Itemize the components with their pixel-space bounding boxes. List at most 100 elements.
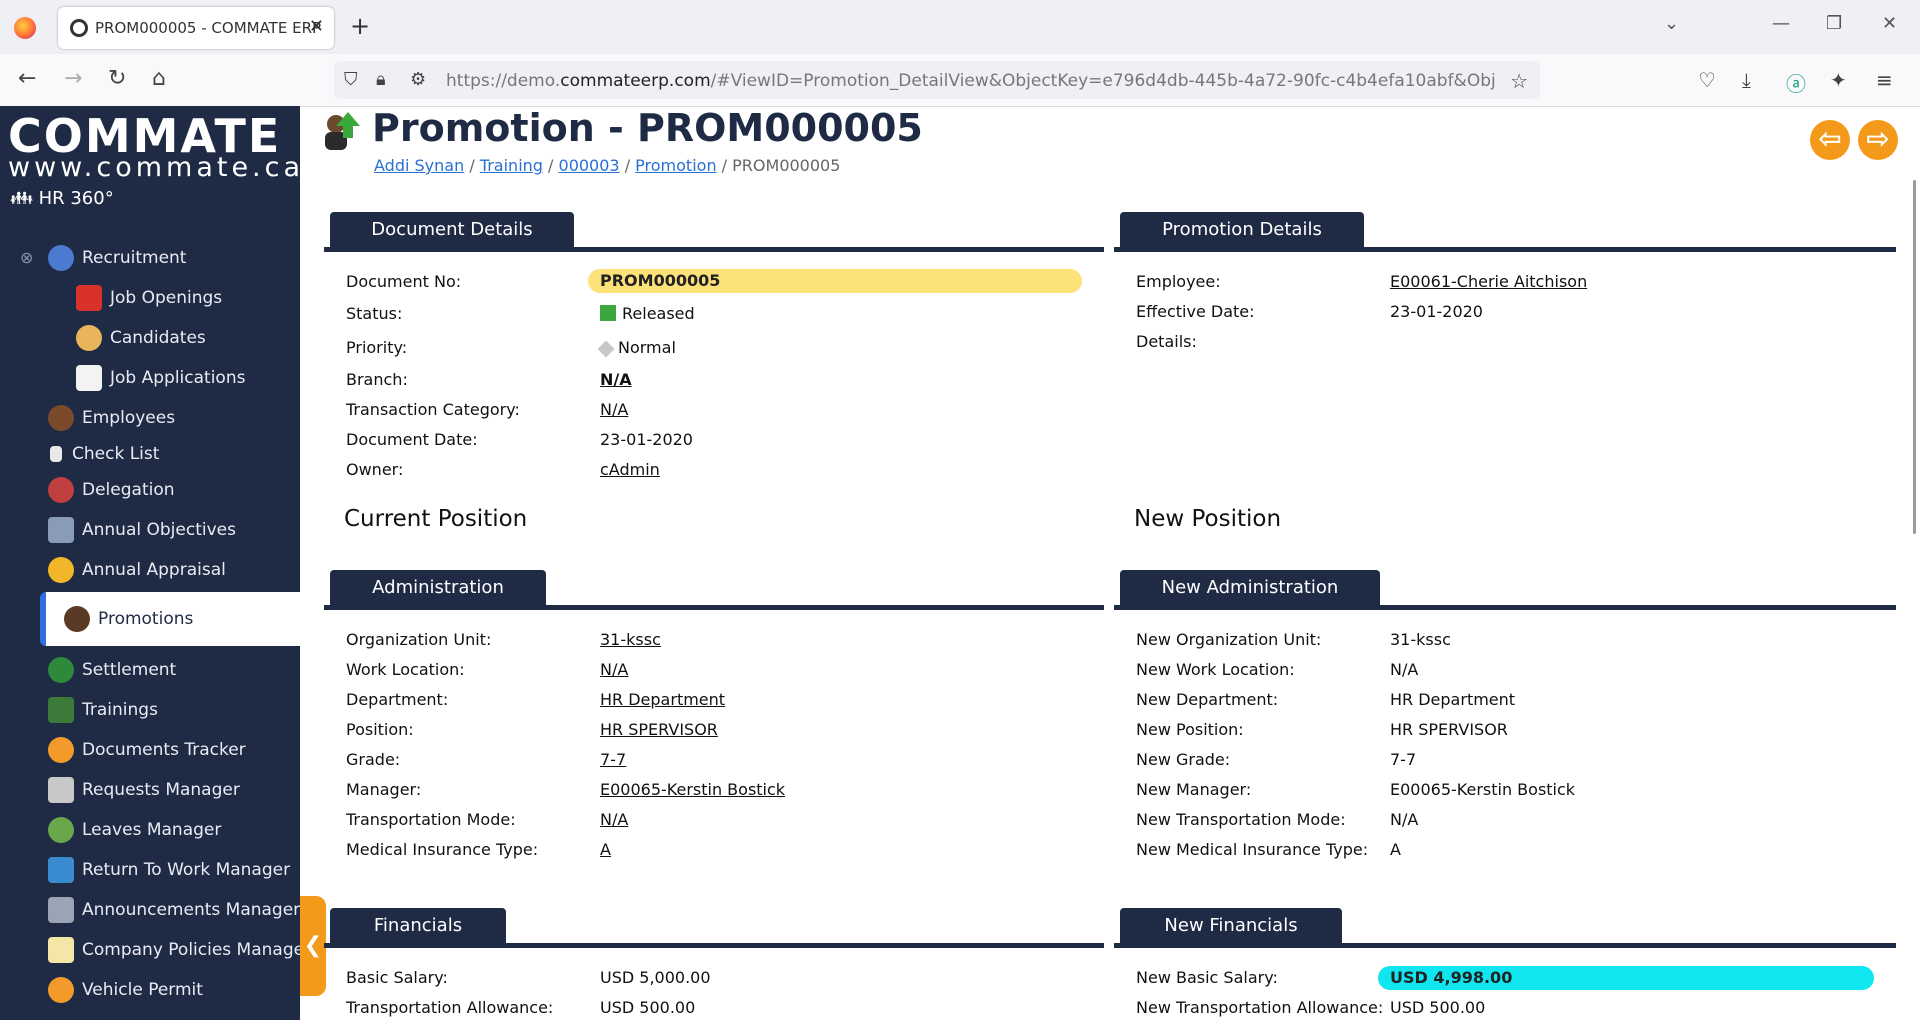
new-administration-header: New Administration: [1114, 570, 1896, 610]
url-text[interactable]: https://demo.commateerp.com/#ViewID=Prom…: [446, 71, 1496, 91]
promotion-details-header: Promotion Details: [1114, 212, 1896, 252]
sidebar-item-leaves-manager[interactable]: Leaves Manager: [0, 812, 300, 848]
close-window-icon[interactable]: ✕: [1882, 13, 1897, 34]
financials-header: Financials: [324, 908, 1104, 948]
section-divider: [324, 605, 1104, 610]
sidebar-item-job-applications[interactable]: Job Applications: [0, 360, 300, 396]
pocket-icon[interactable]: ♡: [1698, 68, 1716, 92]
delegation-icon: [48, 477, 74, 503]
next-record-button[interactable]: ⇨: [1858, 120, 1898, 160]
minimize-icon[interactable]: —: [1772, 13, 1790, 34]
medical-insurance-value[interactable]: A: [600, 840, 611, 859]
sidebar-item-vehicle-permit[interactable]: Vehicle Permit: [0, 972, 300, 1008]
close-tab-icon[interactable]: ✕: [309, 16, 324, 37]
transaction-category-label: Transaction Category:: [346, 400, 520, 419]
status-label: Status:: [346, 304, 403, 323]
breadcrumb-training[interactable]: Training: [480, 156, 543, 175]
promotion-page-icon: [325, 112, 360, 150]
list-tabs-icon[interactable]: ⌄: [1664, 13, 1679, 34]
new-basic-salary-value: USD 4,998.00: [1378, 966, 1874, 990]
settlement-icon: [48, 657, 74, 683]
lock-icon[interactable]: 🔒︎: [376, 69, 386, 90]
breadcrumb-promotion[interactable]: Promotion: [635, 156, 716, 175]
sidebar-item-return-to-work[interactable]: Return To Work Manager: [0, 852, 300, 888]
sidebar-item-recruitment[interactable]: Recruitment: [0, 240, 300, 276]
sidebar-item-job-openings[interactable]: Job Openings: [0, 280, 300, 316]
sidebar-item-employees[interactable]: Employees: [0, 400, 300, 436]
bookmark-star-icon[interactable]: ☆: [1510, 69, 1528, 93]
recruitment-icon: [48, 245, 74, 271]
requests-icon: [48, 777, 74, 803]
candidates-icon: [76, 325, 102, 351]
announcements-icon: [48, 897, 74, 923]
new-transportation-allowance-value: USD 500.00: [1390, 998, 1486, 1017]
position-value[interactable]: HR SPERVISOR: [600, 720, 718, 739]
employees-icon: [48, 405, 74, 431]
sidebar-item-requests-manager[interactable]: Requests Manager: [0, 772, 300, 808]
sidebar-item-candidates[interactable]: Candidates: [0, 320, 300, 356]
restore-icon[interactable]: ❐: [1826, 13, 1842, 34]
breadcrumb-training-id[interactable]: 000003: [559, 156, 620, 175]
document-details-header: Document Details: [324, 212, 1104, 252]
employee-value[interactable]: E00061-Cherie Aitchison: [1390, 272, 1587, 291]
effective-date-value: 23-01-2020: [1390, 302, 1483, 321]
sidebar-item-delegation[interactable]: Delegation: [0, 472, 300, 508]
sidebar-item-documents-tracker[interactable]: Documents Tracker: [0, 732, 300, 768]
extensions-icon[interactable]: ✦: [1830, 68, 1847, 92]
grade-value[interactable]: 7-7: [600, 750, 626, 769]
new-administration-title: New Administration: [1120, 570, 1380, 606]
menu-icon[interactable]: ≡: [1876, 68, 1893, 92]
new-grade-value: 7-7: [1390, 750, 1417, 769]
reload-icon[interactable]: ↻: [108, 66, 126, 91]
transportation-allowance-label: Transportation Allowance:: [346, 998, 554, 1017]
new-org-unit-value: 31-kssc: [1390, 630, 1451, 649]
sidebar-item-promotions[interactable]: Promotions: [40, 592, 300, 646]
section-divider: [1114, 943, 1896, 948]
breadcrumb-employee[interactable]: Addi Synan: [374, 156, 464, 175]
downloads-icon[interactable]: ⤓: [1742, 68, 1751, 92]
sidebar-item-company-policies[interactable]: Company Policies Manager: [0, 932, 300, 968]
objectives-icon: [48, 517, 74, 543]
new-transportation-mode-label: New Transportation Mode:: [1136, 810, 1346, 829]
new-tab-icon[interactable]: +: [350, 12, 370, 40]
org-unit-value[interactable]: 31-kssc: [600, 630, 661, 649]
department-value[interactable]: HR Department: [600, 690, 725, 709]
new-medical-insurance-value: A: [1390, 840, 1401, 859]
shield-icon[interactable]: ⛉: [344, 69, 358, 90]
details-label: Details:: [1136, 332, 1197, 351]
owner-value[interactable]: cAdmin: [600, 460, 660, 479]
branch-label: Branch:: [346, 370, 408, 389]
documents-tracker-icon: [48, 737, 74, 763]
employee-label: Employee:: [1136, 272, 1221, 291]
sidebar-item-trainings[interactable]: Trainings: [0, 692, 300, 728]
home-icon[interactable]: ⌂: [152, 66, 166, 91]
sidebar-item-settlement[interactable]: Settlement: [0, 652, 300, 688]
branch-value[interactable]: N/A: [600, 370, 632, 389]
priority-value: Normal: [597, 338, 676, 358]
permissions-icon[interactable]: ⚙: [410, 69, 426, 90]
job-openings-icon: [76, 285, 102, 311]
previous-record-button[interactable]: ⇦: [1810, 120, 1850, 160]
new-work-location-label: New Work Location:: [1136, 660, 1295, 679]
sidebar-item-annual-objectives[interactable]: Annual Objectives: [0, 512, 300, 548]
sidebar-item-check-list[interactable]: Check List: [0, 436, 300, 472]
back-icon[interactable]: ←: [18, 66, 36, 91]
transaction-category-value[interactable]: N/A: [600, 400, 628, 419]
page-scrollbar[interactable]: [1913, 180, 1916, 534]
priority-label: Priority:: [346, 338, 408, 357]
new-position-label: New Position:: [1136, 720, 1244, 739]
work-location-value[interactable]: N/A: [600, 660, 628, 679]
transportation-mode-value[interactable]: N/A: [600, 810, 628, 829]
browser-tab[interactable]: PROM000005 - COMMATE ERP ✕: [58, 7, 334, 49]
manager-value[interactable]: E00065-Kerstin Bostick: [600, 780, 785, 799]
new-financials-header: New Financials: [1114, 908, 1896, 948]
sidebar-item-announcements[interactable]: Announcements Manager: [0, 892, 300, 928]
forward-icon[interactable]: →: [64, 66, 82, 91]
url-bar[interactable]: ⛉ 🔒︎ ⚙ https://demo.commateerp.com/#View…: [334, 61, 1540, 99]
product-name: 👪︎ HR 360°: [10, 188, 114, 209]
firefox-icon[interactable]: [14, 17, 36, 39]
extension-a-icon[interactable]: ⓐ: [1786, 68, 1806, 97]
new-transportation-allowance-label: New Transportation Allowance:: [1136, 998, 1384, 1017]
sidebar-item-annual-appraisal[interactable]: Annual Appraisal: [0, 552, 300, 588]
new-basic-salary-label: New Basic Salary:: [1136, 968, 1278, 987]
